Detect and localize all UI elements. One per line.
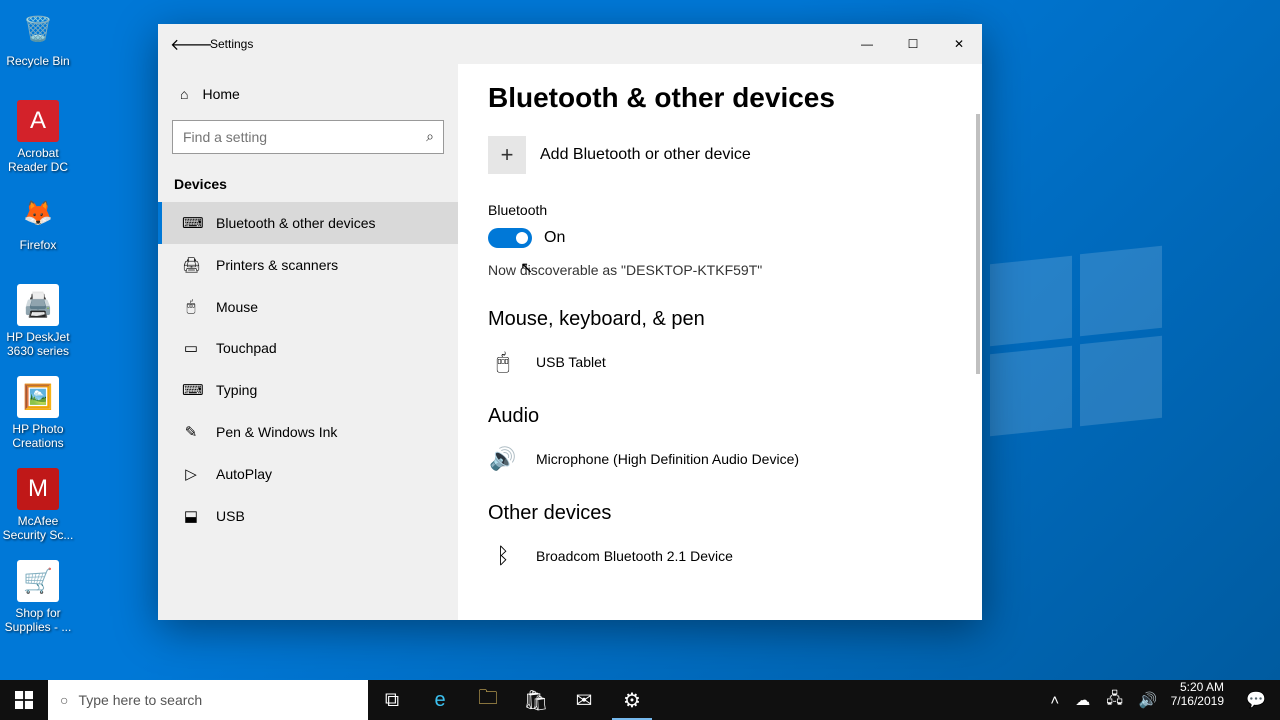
settings-window: 🡐 Settings — ☐ ✕ ⌂ Home ⌕ Devices ⌨Bluet…: [158, 24, 982, 620]
icon-label: Shop for Supplies - ...: [0, 606, 76, 635]
bluetooth-icon: ᛒ: [488, 543, 518, 569]
nav-icon: ▷: [182, 465, 200, 483]
nav-label: Touchpad: [216, 340, 277, 356]
nav-icon: 🖨: [182, 256, 200, 274]
group-mouse-heading: Mouse, keyboard, & pen: [488, 308, 952, 331]
nav-label: Typing: [216, 382, 257, 398]
plus-icon: +: [488, 136, 526, 174]
taskbar-search-placeholder: Type here to search: [78, 692, 202, 708]
nav-printers[interactable]: 🖨 Printers & scanners: [158, 244, 458, 286]
nav-icon: ⌨: [182, 214, 200, 232]
nav-icon: 🖱: [182, 298, 200, 315]
nav-label: Pen & Windows Ink: [216, 424, 337, 440]
discoverable-text: Now discoverable as "DESKTOP-KTKF59T": [488, 262, 952, 278]
nav-label: Bluetooth & other devices: [216, 215, 376, 231]
mail-button[interactable]: ✉: [560, 680, 608, 720]
desktop-icon-mcafee-security-sc-[interactable]: M McAfee Security Sc...: [0, 468, 76, 543]
action-center-button[interactable]: 💬: [1232, 680, 1280, 720]
scrollbar[interactable]: [976, 114, 980, 374]
windows-icon: [15, 691, 33, 709]
file-explorer-button[interactable]: 🗀: [464, 680, 512, 720]
minimize-button[interactable]: —: [844, 24, 890, 64]
group-other-heading: Other devices: [488, 502, 952, 525]
taskbar-search[interactable]: ○ Type here to search: [48, 680, 368, 720]
desktop-icon-hp-deskjet-3630-series[interactable]: 🖨️ HP DeskJet 3630 series: [0, 284, 76, 359]
nav-bluetooth[interactable]: ⌨ Bluetooth & other devices: [158, 202, 458, 244]
edge-button[interactable]: e: [416, 680, 464, 720]
store-button[interactable]: 🛍: [512, 680, 560, 720]
desktop-icon-acrobat-reader-dc[interactable]: A Acrobat Reader DC: [0, 100, 76, 175]
icon-label: McAfee Security Sc...: [0, 514, 76, 543]
nav-icon: ✎: [182, 423, 200, 441]
icon-label: Firefox: [0, 238, 76, 252]
nav-label: Mouse: [216, 299, 258, 315]
titlebar: 🡐 Settings — ☐ ✕: [158, 24, 982, 64]
bluetooth-toggle[interactable]: [488, 228, 532, 248]
app-icon: 🖼️: [17, 376, 59, 418]
nav-pen[interactable]: ✎ Pen & Windows Ink: [158, 411, 458, 453]
close-button[interactable]: ✕: [936, 24, 982, 64]
device-broadcom[interactable]: ᛒ Broadcom Bluetooth 2.1 Device: [488, 537, 952, 579]
nav-usb[interactable]: ⬓ USB: [158, 495, 458, 537]
tray-volume-icon[interactable]: 🔊: [1136, 691, 1161, 709]
nav-label: USB: [216, 508, 245, 524]
desktop-icon-hp-photo-creations[interactable]: 🖼️ HP Photo Creations: [0, 376, 76, 451]
tray-network-icon[interactable]: 🖧: [1103, 688, 1126, 713]
task-view-button[interactable]: ⧉: [368, 680, 416, 720]
bluetooth-state: On: [544, 229, 565, 247]
taskbar-clock[interactable]: 5:20 AM 7/16/2019: [1163, 680, 1232, 720]
desktop-icon-firefox[interactable]: 🦊 Firefox: [0, 192, 76, 252]
section-label: Devices: [158, 162, 458, 202]
mouse-icon: 🖱: [488, 349, 518, 375]
nav-touchpad[interactable]: ▭ Touchpad: [158, 327, 458, 369]
nav-mouse[interactable]: 🖱 Mouse: [158, 286, 458, 327]
app-icon: 🖨️: [17, 284, 59, 326]
settings-taskbar-button[interactable]: ⚙: [608, 680, 656, 720]
desktop-icon-recycle-bin[interactable]: 🗑️ Recycle Bin: [0, 8, 76, 68]
device-microphone[interactable]: 🔊 Microphone (High Definition Audio Devi…: [488, 440, 952, 502]
group-audio-heading: Audio: [488, 405, 952, 428]
bluetooth-label: Bluetooth: [488, 202, 952, 218]
nav-icon: ⬓: [182, 507, 200, 525]
tray-chevron-icon[interactable]: ˄: [1047, 692, 1062, 709]
nav-icon: ▭: [182, 339, 200, 357]
sidebar: ⌂ Home ⌕ Devices ⌨Bluetooth & other devi…: [158, 64, 458, 620]
window-title: Settings: [210, 37, 253, 51]
windows-logo-wallpaper: [990, 260, 1170, 440]
nav-autoplay[interactable]: ▷ AutoPlay: [158, 453, 458, 495]
system-tray: ˄ ☁ 🖧 🔊: [1045, 680, 1162, 720]
search-input[interactable]: [172, 120, 444, 154]
app-icon: A: [17, 100, 59, 142]
start-button[interactable]: [0, 680, 48, 720]
content-pane: Bluetooth & other devices + Add Bluetoot…: [458, 64, 982, 620]
icon-label: Recycle Bin: [0, 54, 76, 68]
back-button[interactable]: 🡐: [170, 34, 210, 55]
home-label: Home: [202, 86, 239, 102]
speaker-icon: 🔊: [488, 446, 518, 472]
device-usb-tablet[interactable]: 🖱 USB Tablet: [488, 343, 952, 405]
search-icon: ○: [60, 692, 68, 708]
tray-onedrive-icon[interactable]: ☁: [1072, 691, 1093, 709]
nav-label: Printers & scanners: [216, 257, 338, 273]
app-icon: 🦊: [17, 192, 59, 234]
app-icon: M: [17, 468, 59, 510]
icon-label: Acrobat Reader DC: [0, 146, 76, 175]
maximize-button[interactable]: ☐: [890, 24, 936, 64]
home-link[interactable]: ⌂ Home: [158, 76, 458, 112]
home-icon: ⌂: [180, 86, 188, 102]
icon-label: HP DeskJet 3630 series: [0, 330, 76, 359]
desktop-icon-shop-for-supplies-[interactable]: 🛒 Shop for Supplies - ...: [0, 560, 76, 635]
taskbar: ○ Type here to search ⧉ e 🗀 🛍 ✉ ⚙ ˄ ☁ 🖧 …: [0, 680, 1280, 720]
app-icon: 🗑️: [17, 8, 59, 50]
icon-label: HP Photo Creations: [0, 422, 76, 451]
add-device-button[interactable]: + Add Bluetooth or other device: [488, 136, 952, 174]
nav-label: AutoPlay: [216, 466, 272, 482]
nav-typing[interactable]: ⌨ Typing: [158, 369, 458, 411]
app-icon: 🛒: [17, 560, 59, 602]
page-title: Bluetooth & other devices: [488, 82, 952, 114]
add-device-label: Add Bluetooth or other device: [540, 146, 751, 164]
nav-icon: ⌨: [182, 381, 200, 399]
